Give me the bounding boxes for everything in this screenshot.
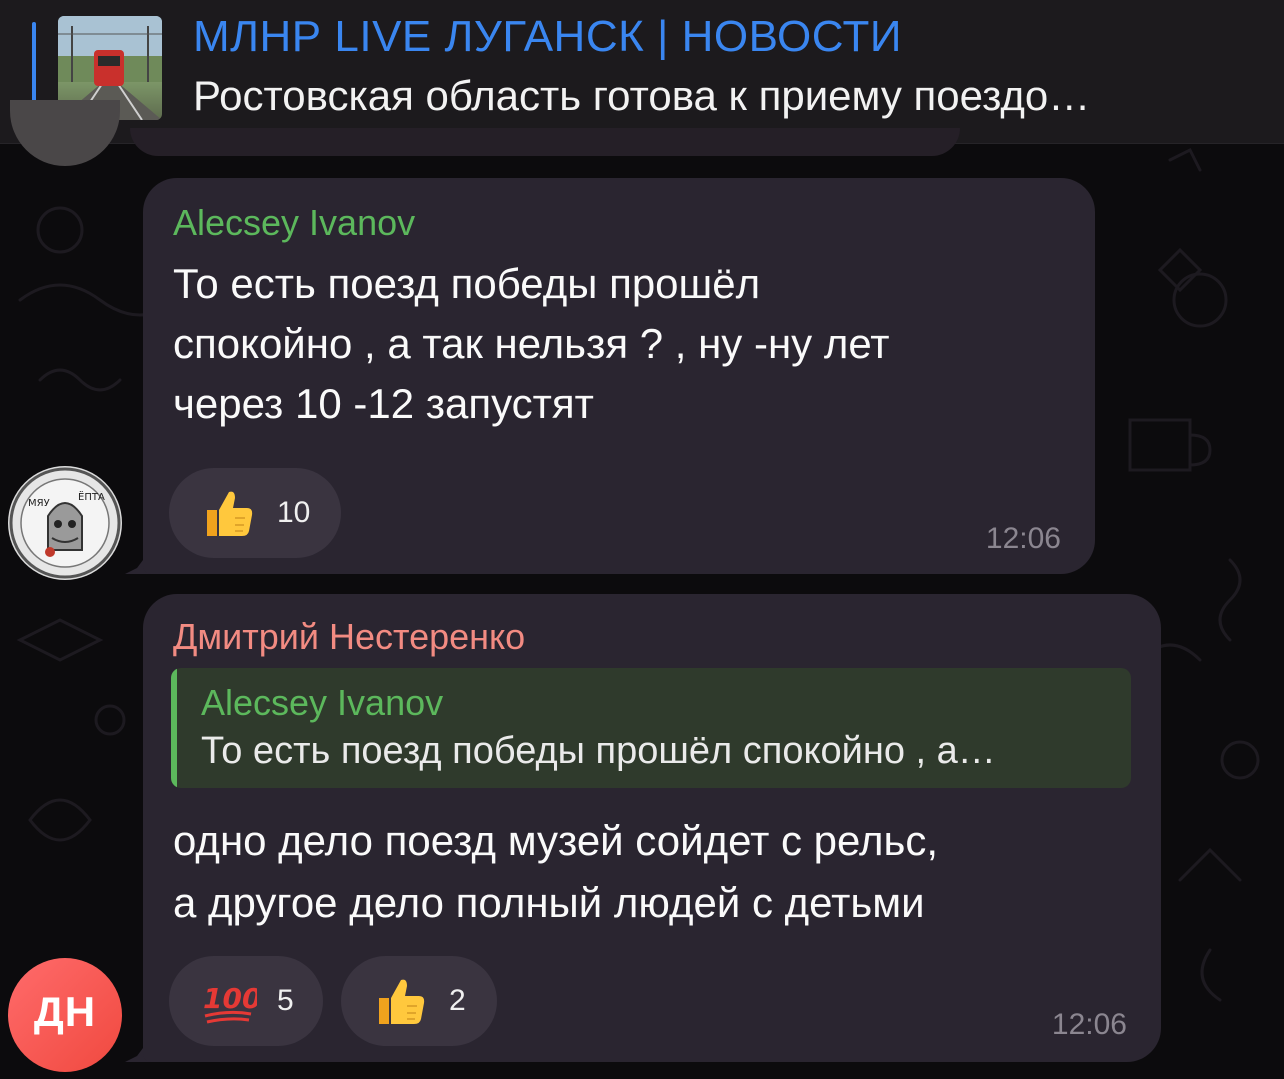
message-text: одно дело поезд музей сойдет с рельс, а …: [173, 817, 939, 926]
previous-message-bubble[interactable]: [130, 128, 960, 156]
reaction-thumbs-up[interactable]: 10: [169, 468, 341, 558]
reply-indicator: [171, 668, 177, 788]
thumbs-up-icon: [379, 979, 425, 1024]
avatar[interactable]: ДН: [8, 958, 122, 1072]
reaction-thumbs-up[interactable]: 2: [341, 956, 497, 1046]
reaction-count: 5: [277, 984, 294, 1017]
svg-text:100: 100: [203, 982, 257, 1015]
reaction-count: 2: [449, 984, 466, 1017]
reply-author: Alecsey Ivanov: [201, 682, 444, 723]
thumbs-up-icon: [207, 491, 253, 536]
pinned-preview-text: Ростовская область готова к приему поезд…: [193, 72, 1091, 119]
message-author[interactable]: Alecsey Ivanov: [173, 202, 415, 244]
reply-quote[interactable]: Alecsey Ivanov То есть поезд победы прош…: [171, 668, 1131, 788]
message-bubble[interactable]: Alecsey Ivanov То есть поезд победы прош…: [143, 178, 1095, 574]
message-bubble[interactable]: Дмитрий Нестеренко Alecsey Ivanov То ест…: [143, 594, 1161, 1062]
avatar[interactable]: MЯУ ЁПТА: [8, 466, 122, 580]
message-time: 12:06: [985, 522, 1061, 555]
message-author[interactable]: Дмитрий Нестеренко: [173, 616, 525, 658]
avatar-initials: ДН: [33, 988, 97, 1035]
reaction-count: 10: [277, 496, 311, 529]
hundred-points-icon: 100: [203, 982, 257, 1024]
svg-text:ЁПТА: ЁПТА: [78, 490, 105, 503]
sticker-cat-icon: MЯУ ЁПТА: [9, 467, 121, 579]
message-text: То есть поезд победы прошёл спокойно , а…: [173, 260, 890, 427]
reply-text: То есть поезд победы прошёл спокойно , а…: [201, 730, 996, 772]
reaction-hundred-points[interactable]: 100 5: [169, 956, 323, 1046]
pinned-channel-title: МЛНР LIVE ЛУГАНСК | НОВОСТИ: [193, 12, 903, 61]
message-time: 12:06: [1051, 1008, 1127, 1041]
pinned-message-bar[interactable]: МЛНР LIVE ЛУГАНСК | НОВОСТИ Ростовская о…: [0, 0, 1284, 144]
svg-text:MЯУ: MЯУ: [28, 498, 50, 509]
